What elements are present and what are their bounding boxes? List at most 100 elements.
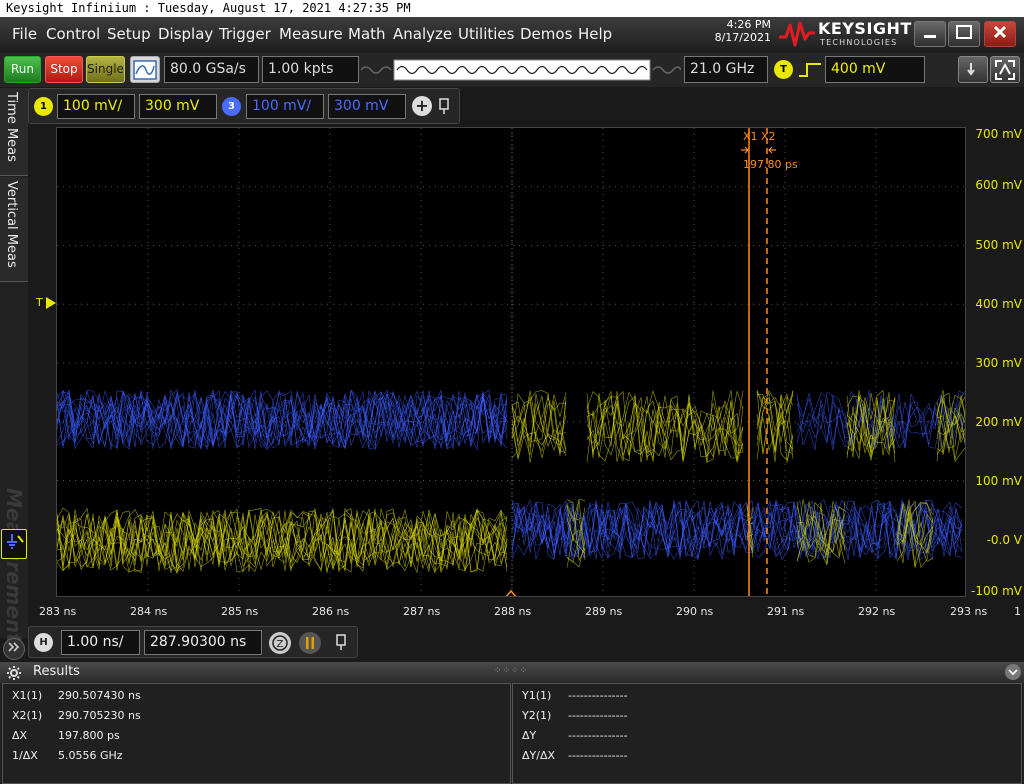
channel3-scale-field[interactable]: 100 mV/ [246,94,324,119]
minimize-button[interactable] [914,21,946,47]
run-button[interactable]: Run [4,56,41,83]
restore-button[interactable] [948,21,980,47]
timebase-position-field[interactable]: 287.90300 ns [144,630,262,655]
pin-icon[interactable] [334,633,348,651]
channel1-scale-field[interactable]: 100 mV/ [57,94,135,119]
result-label: X1(1) [12,689,43,702]
trigger-badge[interactable]: T [774,60,793,79]
svg-text:Z: Z [277,639,284,650]
pin-icon[interactable] [437,97,451,115]
menu-math[interactable]: Math [348,25,386,43]
menu-display[interactable]: Display [158,25,213,43]
sample-rate-field[interactable]: 80.0 GSa/s [164,56,259,83]
menu-setup[interactable]: Setup [107,25,151,43]
menu-file[interactable]: File [12,25,37,43]
result-value: 290.507430 ns [58,689,141,702]
y-label: -0.0 V [986,533,1022,547]
horizontal-badge[interactable]: H [34,633,53,652]
tab-vertical-meas-label: Vertical Meas [4,181,19,268]
channel3-badge[interactable]: 3 [222,97,241,116]
zoom-fit-button[interactable] [990,56,1020,83]
tab-time-meas[interactable]: Time Meas [0,88,28,176]
x-label: 288 ns [494,605,532,618]
cursor-x2-label: X2 [761,130,776,143]
result-value: --------------- [568,689,628,702]
add-channel-button[interactable]: + [412,96,432,116]
expand-panel-button[interactable] [3,638,25,660]
menu-control[interactable]: Control [46,25,100,43]
x-label: 291 ns [767,605,805,618]
pause-button[interactable] [299,632,321,654]
side-tab-panel: Time Meas Vertical Meas Measurements [0,88,28,660]
result-label: Y2(1) [522,709,552,722]
trigger-level-field[interactable]: 400 mV [825,56,925,83]
channel3-offset-field[interactable]: 300 mV [328,94,406,119]
bandwidth-field[interactable]: 21.0 GHz [684,56,768,83]
results-title: Results [33,664,80,679]
x-label: 290 ns [676,605,714,618]
trigger-arrow-icon [46,297,57,309]
splitter-grip-icon[interactable]: ⁘⁘⁘⁘ [494,666,528,676]
window-title: Keysight Infiniium : Tuesday, August 17,… [0,0,1024,17]
menu-utilities[interactable]: Utilities [458,25,514,43]
results-y-column: Y1(1) --------------- Y2(1) ------------… [512,683,1022,784]
result-value: 290.705230 ns [58,709,141,722]
menu-help[interactable]: Help [578,25,612,43]
ground-reference-marker[interactable] [1,529,27,559]
result-label: 1/ΔX [12,749,38,762]
clock: 4:26 PM 8/17/2021 [715,18,771,44]
close-icon [993,25,1007,39]
keysight-wave-icon [779,21,815,47]
zoom-button[interactable]: Z [269,632,291,654]
memory-depth-field[interactable]: 1.00 kpts [262,56,359,83]
results-header: Results ⁘⁘⁘⁘ [0,662,1024,683]
clock-date: 8/17/2021 [714,31,771,44]
cursor-delta-arrows-icon [741,146,776,154]
result-value: --------------- [568,749,628,762]
trace-segment [511,393,567,460]
vertical-axis-labels: 700 mV 600 mV 500 mV 400 mV 300 mV 200 m… [968,127,1024,602]
channel1-badge[interactable]: 1 [34,97,53,116]
fit-arrows-icon [995,60,1015,80]
channel3-waveform [57,388,965,561]
chevron-down-icon [1008,669,1018,676]
menu-measure[interactable]: Measure [279,25,343,43]
touch-toggle-button[interactable] [958,56,988,83]
x-label: 292 ns [858,605,896,618]
menu-bar: File Control Setup Display Trigger Measu… [0,17,1024,53]
x-label-extra: 1 [1014,605,1021,618]
result-value: 197.800 ps [58,729,120,742]
results-x-column: X1(1) 290.507430 ns X2(1) 290.705230 ns … [2,683,511,784]
close-button[interactable] [984,21,1016,47]
menu-demos[interactable]: Demos [520,25,572,43]
menu-analyze[interactable]: Analyze [393,25,452,43]
rising-edge-icon[interactable] [798,61,822,79]
stop-button[interactable]: Stop [45,56,83,83]
time-reference-marker-icon [505,589,517,596]
trigger-marker-letter: T [36,296,43,309]
result-label: ΔY [522,729,537,742]
waveform-display[interactable]: X1 X2 197.80 ps [56,127,966,597]
result-value: 5.0556 GHz [58,749,123,762]
touch-icon [967,63,975,76]
clock-time: 4:26 PM [726,18,771,31]
single-button[interactable]: Single [86,56,125,83]
channel1-offset-field[interactable]: 300 mV [139,94,217,119]
result-label: ΔX [12,729,28,742]
horizontal-axis-labels: 283 ns 284 ns 285 ns 286 ns 287 ns 288 n… [0,605,1024,623]
trigger-level-marker[interactable]: T [36,296,57,309]
minimize-icon [924,35,936,38]
waveform-preview-icon [360,59,682,81]
result-value: --------------- [568,709,628,722]
menu-trigger[interactable]: Trigger [219,25,271,43]
collapse-results-button[interactable] [1005,664,1021,680]
tab-vertical-meas[interactable]: Vertical Meas [0,177,28,282]
autoscale-button[interactable] [130,56,160,83]
gear-icon[interactable] [6,665,22,681]
timebase-scale-field[interactable]: 1.00 ns/ [61,630,140,655]
zoom-icon: Z [272,635,288,651]
x-label: 285 ns [221,605,259,618]
x-label: 293 ns [950,605,988,618]
cursor-x1-label: X1 [743,130,758,143]
measurements-watermark: Measurements [2,488,26,655]
